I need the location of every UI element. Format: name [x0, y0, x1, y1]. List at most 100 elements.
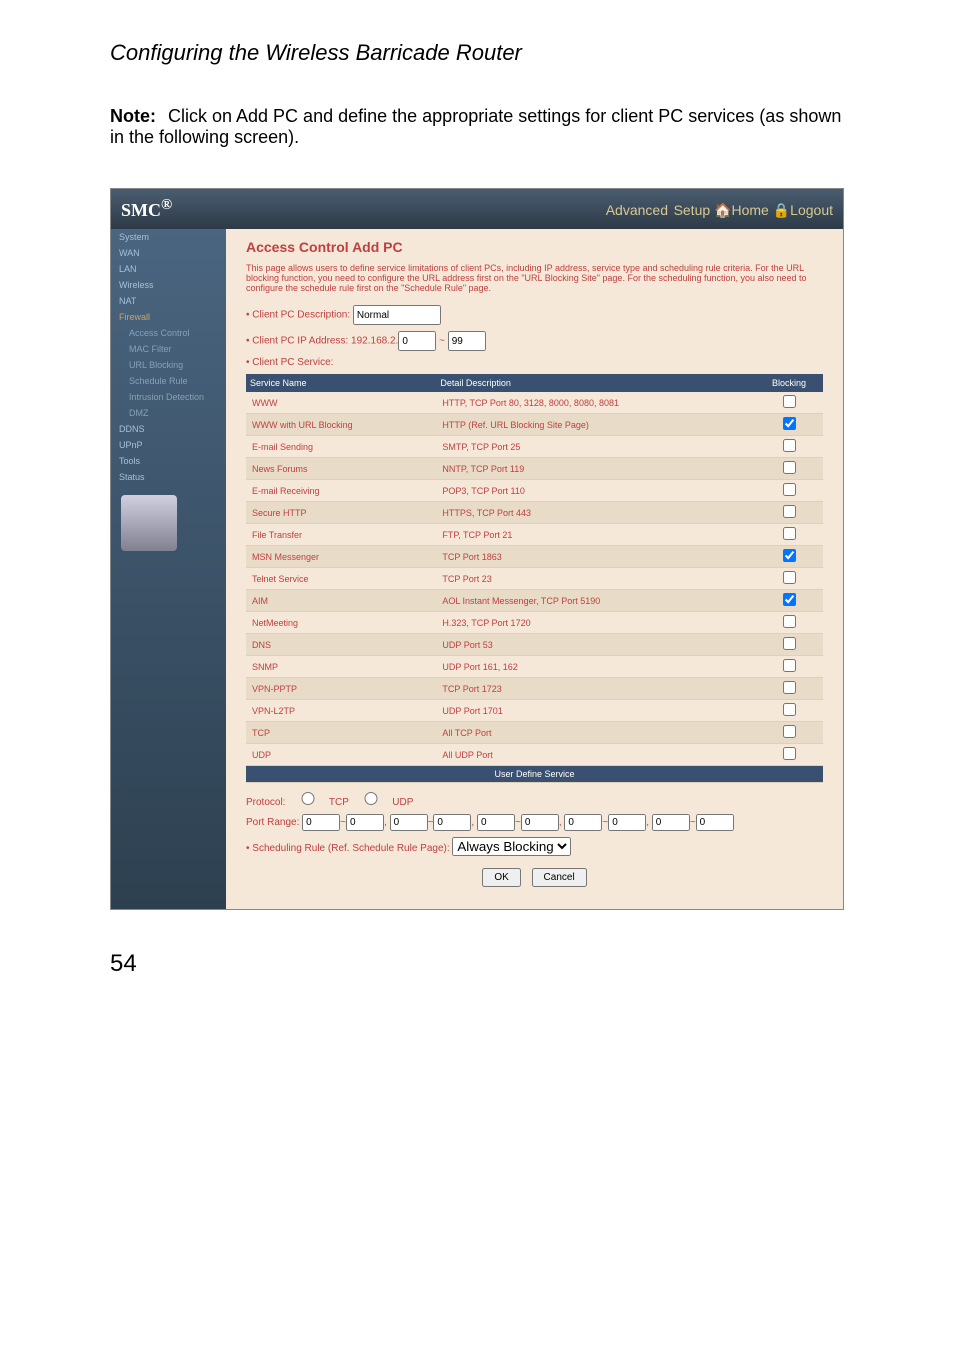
svc-detail: TCP Port 23 — [436, 568, 755, 590]
svc-detail: HTTP (Ref. URL Blocking Site Page) — [436, 414, 755, 436]
svc-name: AIM — [246, 590, 436, 612]
proto-udp-radio[interactable] — [356, 792, 386, 805]
port-input[interactable] — [652, 814, 690, 831]
blocking-checkbox[interactable] — [783, 461, 796, 474]
schedule-row: • Scheduling Rule (Ref. Schedule Rule Pa… — [246, 837, 823, 856]
nav-upnp[interactable]: UPnP — [111, 437, 226, 453]
col-name: Service Name — [246, 374, 436, 392]
svc-name: Telnet Service — [246, 568, 436, 590]
blocking-checkbox[interactable] — [783, 439, 796, 452]
svc-detail: POP3, TCP Port 110 — [436, 480, 755, 502]
table-row: UDPAll UDP Port — [246, 744, 823, 766]
blocking-checkbox[interactable] — [783, 747, 796, 760]
svc-name: WWW with URL Blocking — [246, 414, 436, 436]
nav-intrusion[interactable]: Intrusion Detection — [111, 389, 226, 405]
port-input[interactable] — [346, 814, 384, 831]
nav-wan[interactable]: WAN — [111, 245, 226, 261]
screenshot-window: SMC® Advanced Setup 🏠Home 🔒Logout System… — [110, 188, 844, 910]
table-row: TCPAll TCP Port — [246, 722, 823, 744]
client-desc-field: • Client PC Description: — [246, 305, 823, 325]
nav-lan[interactable]: LAN — [111, 261, 226, 277]
nav-dmz[interactable]: DMZ — [111, 405, 226, 421]
nav-wireless[interactable]: Wireless — [111, 277, 226, 293]
proto-tcp-radio[interactable] — [293, 792, 323, 805]
svc-name: TCP — [246, 722, 436, 744]
blocking-checkbox[interactable] — [783, 659, 796, 672]
blocking-checkbox[interactable] — [783, 417, 796, 430]
table-row: WWW with URL BlockingHTTP (Ref. URL Bloc… — [246, 414, 823, 436]
note-label: Note: — [110, 106, 156, 126]
table-row: MSN MessengerTCP Port 1863 — [246, 546, 823, 568]
blocking-checkbox[interactable] — [783, 549, 796, 562]
port-input[interactable] — [696, 814, 734, 831]
svc-detail: UDP Port 161, 162 — [436, 656, 755, 678]
svc-name: Secure HTTP — [246, 502, 436, 524]
blocking-checkbox[interactable] — [783, 527, 796, 540]
ip-from-input[interactable] — [398, 331, 436, 351]
svc-detail: SMTP, TCP Port 25 — [436, 436, 755, 458]
client-desc-input[interactable] — [353, 305, 441, 325]
sidebar-nav: System WAN LAN Wireless NAT Firewall Acc… — [111, 229, 226, 909]
blocking-checkbox[interactable] — [783, 725, 796, 738]
blocking-checkbox[interactable] — [783, 637, 796, 650]
ok-button[interactable]: OK — [482, 868, 520, 887]
table-row: File TransferFTP, TCP Port 21 — [246, 524, 823, 546]
svc-detail: NNTP, TCP Port 119 — [436, 458, 755, 480]
nav-firewall[interactable]: Firewall — [111, 309, 226, 325]
port-input[interactable] — [564, 814, 602, 831]
advanced-setup-label: Advanced Setup 🏠Home 🔒Logout — [606, 198, 833, 221]
blocking-checkbox[interactable] — [783, 703, 796, 716]
svc-name: SNMP — [246, 656, 436, 678]
port-input[interactable] — [521, 814, 559, 831]
svc-name: DNS — [246, 634, 436, 656]
svc-detail: HTTP, TCP Port 80, 3128, 8000, 8080, 808… — [436, 392, 755, 414]
nav-schedule-rule[interactable]: Schedule Rule — [111, 373, 226, 389]
nav-url-blocking[interactable]: URL Blocking — [111, 357, 226, 373]
port-range-row: Port Range: ~, ~, ~, ~, ~ — [246, 814, 823, 831]
blocking-checkbox[interactable] — [783, 681, 796, 694]
col-blocking: Blocking — [755, 374, 823, 392]
nav-system[interactable]: System — [111, 229, 226, 245]
cancel-button[interactable]: Cancel — [532, 868, 587, 887]
table-row: E-mail SendingSMTP, TCP Port 25 — [246, 436, 823, 458]
nav-nat[interactable]: NAT — [111, 293, 226, 309]
schedule-select[interactable]: Always Blocking — [452, 837, 571, 856]
user-define-header: User Define Service — [246, 766, 823, 783]
main-content: Access Control Add PC This page allows u… — [226, 229, 843, 909]
svc-detail: HTTPS, TCP Port 443 — [436, 502, 755, 524]
page-number: 54 — [110, 950, 844, 978]
table-row: E-mail ReceivingPOP3, TCP Port 110 — [246, 480, 823, 502]
port-input[interactable] — [608, 814, 646, 831]
nav-access-control[interactable]: Access Control — [111, 325, 226, 341]
blocking-checkbox[interactable] — [783, 571, 796, 584]
blocking-checkbox[interactable] — [783, 483, 796, 496]
svc-name: E-mail Sending — [246, 436, 436, 458]
port-input[interactable] — [302, 814, 340, 831]
port-input[interactable] — [433, 814, 471, 831]
table-row: WWWHTTP, TCP Port 80, 3128, 8000, 8080, … — [246, 392, 823, 414]
nav-mac-filter[interactable]: MAC Filter — [111, 341, 226, 357]
svc-detail: FTP, TCP Port 21 — [436, 524, 755, 546]
ip-to-input[interactable] — [448, 331, 486, 351]
smc-logo: SMC® — [121, 197, 172, 221]
table-row: VPN-PPTPTCP Port 1723 — [246, 678, 823, 700]
table-row: Secure HTTPHTTPS, TCP Port 443 — [246, 502, 823, 524]
nav-tools[interactable]: Tools — [111, 453, 226, 469]
svc-name: File Transfer — [246, 524, 436, 546]
nav-status[interactable]: Status — [111, 469, 226, 485]
svc-name: VPN-L2TP — [246, 700, 436, 722]
nav-ddns[interactable]: DDNS — [111, 421, 226, 437]
blocking-checkbox[interactable] — [783, 505, 796, 518]
protocol-row: Protocol: TCP UDP — [246, 789, 823, 808]
svc-detail: H.323, TCP Port 1720 — [436, 612, 755, 634]
svc-detail: TCP Port 1863 — [436, 546, 755, 568]
blocking-checkbox[interactable] — [783, 615, 796, 628]
port-input[interactable] — [390, 814, 428, 831]
table-row: NetMeetingH.323, TCP Port 1720 — [246, 612, 823, 634]
blocking-checkbox[interactable] — [783, 593, 796, 606]
svc-name: News Forums — [246, 458, 436, 480]
svc-name: WWW — [246, 392, 436, 414]
port-input[interactable] — [477, 814, 515, 831]
table-row: AIMAOL Instant Messenger, TCP Port 5190 — [246, 590, 823, 612]
blocking-checkbox[interactable] — [783, 395, 796, 408]
